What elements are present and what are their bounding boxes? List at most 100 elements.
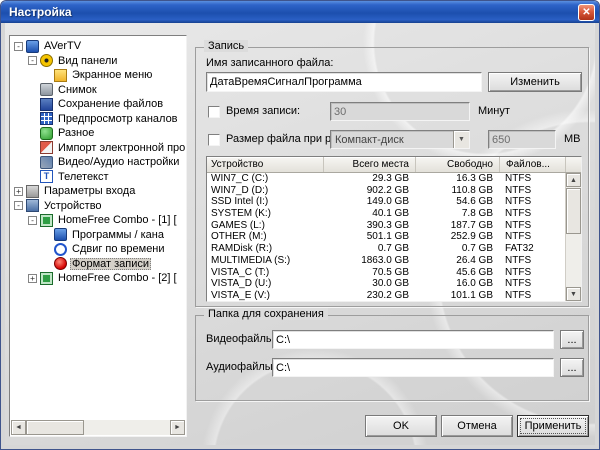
collapse-minus-icon[interactable]: - <box>14 41 23 51</box>
tree-item[interactable]: Телетекст <box>11 170 185 185</box>
table-cell: SSD Intel (I:) <box>211 196 269 208</box>
table-row[interactable]: WIN7_C (C:) 29.3 GB 16.3 GB NTFS <box>207 173 565 185</box>
table-row[interactable]: SSD Intel (I:) 149.0 GB 54.6 GB NTFS <box>207 196 565 208</box>
split-preset-value: Компакт-диск <box>335 133 404 146</box>
table-row[interactable]: WIN7_D (D:) 902.2 GB 110.8 GB NTFS <box>207 185 565 197</box>
table-cell: 390.3 GB <box>366 219 409 231</box>
collapse-minus-icon[interactable]: - <box>14 201 23 211</box>
right-arrow-icon: ► <box>174 424 181 431</box>
table-row[interactable]: RAMDisk (R:) 0.7 GB 0.7 GB FAT32 <box>207 243 565 255</box>
tree-item[interactable]: Снимок <box>11 83 185 98</box>
split-size-input[interactable] <box>488 130 556 149</box>
record-time-input[interactable] <box>330 102 470 121</box>
column-header[interactable]: Устройство <box>207 157 324 172</box>
device-icon <box>26 199 39 213</box>
tree-item[interactable]: + Параметры входа <box>11 184 185 199</box>
expand-plus-icon[interactable]: + <box>28 273 37 283</box>
expand-plus-icon[interactable]: + <box>14 186 23 196</box>
split-preset-combobox[interactable]: Компакт-диск ▼ <box>330 130 470 149</box>
tuner-icon <box>40 271 53 285</box>
close-button[interactable]: ✕ <box>578 3 595 21</box>
drives-table-header: Устройство Всего места Свободно Файлов... <box>207 157 581 173</box>
tree-item-label: HomeFree Combo - [2] [ <box>58 272 177 285</box>
table-cell: NTFS <box>505 173 532 184</box>
tree-item-label: Видео/Аудио настройки <box>58 156 180 169</box>
tree-item[interactable]: - AVerTV <box>11 39 185 54</box>
tree-item-label: Снимок <box>58 83 97 96</box>
table-cell: NTFS <box>505 184 532 196</box>
table-row[interactable]: MULTIMEDIA (S:) 1863.0 GB 26.4 GB NTFS <box>207 255 565 267</box>
table-row[interactable]: VISTA_C (T:) 70.5 GB 45.6 GB NTFS <box>207 267 565 279</box>
tree-item[interactable]: Экранное меню <box>11 68 185 83</box>
collapse-minus-icon[interactable]: - <box>28 215 37 225</box>
change-button[interactable]: Изменить <box>488 72 582 92</box>
tree-item[interactable]: - HomeFree Combo - [1] [ <box>11 213 185 228</box>
table-cell: 0.7 GB <box>461 243 493 255</box>
table-cell: 230.2 GB <box>366 289 409 301</box>
tree-item-label: AVerTV <box>44 40 82 53</box>
epg-import-icon <box>40 141 53 155</box>
tree-horizontal-scrollbar[interactable]: ◄ ► <box>11 420 185 435</box>
scroll-left-button[interactable]: ◄ <box>11 420 26 435</box>
table-cell: NTFS <box>505 196 532 208</box>
column-header[interactable]: Свободно <box>416 157 500 172</box>
table-cell: FAT32 <box>505 243 534 255</box>
tree-item[interactable]: Предпросмотр каналов <box>11 112 185 127</box>
table-cell: 101.1 GB <box>450 289 493 301</box>
table-cell: 30.0 GB <box>372 278 409 290</box>
table-cell: 110.8 GB <box>451 184 493 196</box>
scroll-up-button[interactable]: ▲ <box>566 173 581 187</box>
table-row[interactable]: GAMES (L:) 390.3 GB 187.7 GB NTFS <box>207 220 565 232</box>
video-folder-input[interactable] <box>272 330 554 349</box>
filename-input[interactable] <box>206 72 482 92</box>
scroll-down-button[interactable]: ▼ <box>566 287 581 301</box>
column-header[interactable]: Всего места <box>324 157 416 172</box>
audio-folder-input[interactable] <box>272 358 554 377</box>
table-cell: RAMDisk (R:) <box>211 243 273 255</box>
cancel-button[interactable]: Отмена <box>441 415 513 437</box>
tree-item[interactable]: + HomeFree Combo - [2] [ <box>11 271 185 286</box>
minutes-label: Минут <box>478 105 510 117</box>
input-settings-icon <box>26 184 39 198</box>
scrollbar-thumb[interactable] <box>26 420 84 435</box>
table-cell: 1863.0 GB <box>361 254 409 266</box>
ok-button[interactable]: OK <box>365 415 437 437</box>
tree-item-label: Импорт электронной прог <box>58 141 185 154</box>
table-cell: 40.1 GB <box>372 208 409 220</box>
save-folders-group: Папка для сохранения Видеофайлы: ... Ауд… <box>195 308 589 401</box>
table-cell: NTFS <box>505 278 532 290</box>
scrollbar-thumb[interactable] <box>566 188 581 234</box>
apply-button[interactable]: Применить <box>517 415 589 437</box>
column-header[interactable]: Файлов... <box>500 157 566 172</box>
tree-item-label: Предпросмотр каналов <box>58 112 178 125</box>
tree-item[interactable]: Разное <box>11 126 185 141</box>
scroll-right-button[interactable]: ► <box>170 420 185 435</box>
table-cell: 187.7 GB <box>450 219 493 231</box>
table-row[interactable]: OTHER (M:) 501.1 GB 252.9 GB NTFS <box>207 231 565 243</box>
table-vertical-scrollbar[interactable]: ▲ ▼ <box>565 173 581 301</box>
av-settings-icon <box>40 155 53 169</box>
table-cell: 0.7 GB <box>377 243 409 255</box>
table-row[interactable]: SYSTEM (K:) 40.1 GB 7.8 GB NTFS <box>207 208 565 220</box>
table-cell: 501.1 GB <box>366 231 409 243</box>
tree-item[interactable]: Сохранение файлов <box>11 97 185 112</box>
tree-item[interactable]: - Вид панели <box>11 54 185 69</box>
tree-item[interactable]: Импорт электронной прог <box>11 141 185 156</box>
audio-browse-button[interactable]: ... <box>560 358 584 377</box>
close-icon: ✕ <box>582 6 591 18</box>
window-title: Настройка <box>9 5 72 19</box>
table-row[interactable]: VISTA_E (V:) 230.2 GB 101.1 GB NTFS <box>207 290 565 301</box>
tree-item[interactable]: Программы / кана <box>11 228 185 243</box>
tree-item[interactable]: - Устройство <box>11 199 185 214</box>
tree-item[interactable]: Видео/Аудио настройки <box>11 155 185 170</box>
collapse-minus-icon[interactable]: - <box>28 56 37 66</box>
split-size-checkbox[interactable] <box>208 134 220 146</box>
chevron-down-icon[interactable]: ▼ <box>453 131 469 148</box>
tree-item[interactable]: Формат записи <box>11 257 185 272</box>
tree-item[interactable]: Сдвиг по времени <box>11 242 185 257</box>
titlebar[interactable]: Настройка ✕ <box>1 1 599 23</box>
video-browse-button[interactable]: ... <box>560 330 584 349</box>
tree-item-label: Вид панели <box>58 54 118 67</box>
record-time-checkbox[interactable] <box>208 106 220 118</box>
table-row[interactable]: VISTA_D (U:) 30.0 GB 16.0 GB NTFS <box>207 278 565 290</box>
